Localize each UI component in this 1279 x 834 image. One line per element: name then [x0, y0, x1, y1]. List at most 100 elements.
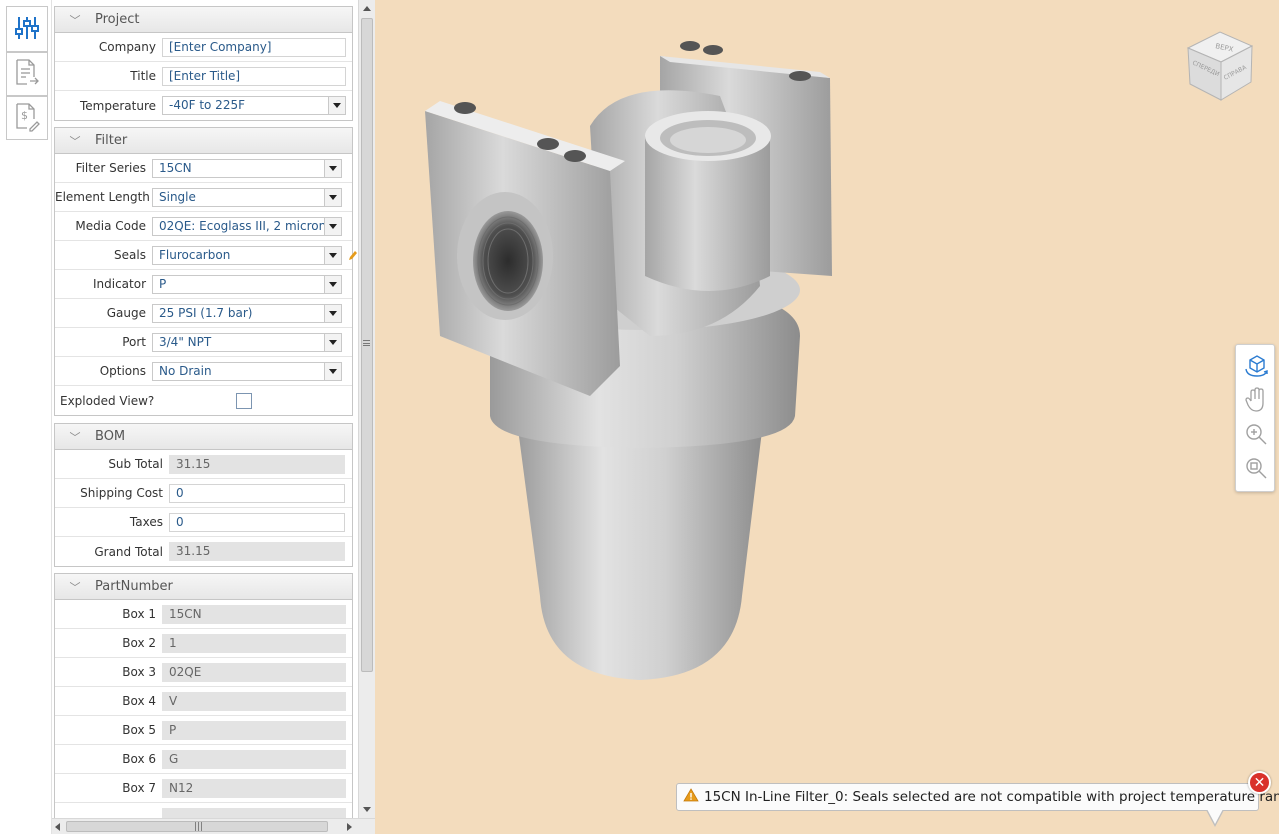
grip-icon: ||| [194, 822, 204, 832]
box-value: 02QE [162, 662, 346, 682]
quote-tool-button[interactable]: $ [6, 96, 48, 140]
partnumber-section-header[interactable]: ﹀ PartNumber [55, 574, 352, 600]
field-label: Gauge [106, 306, 146, 320]
scroll-left-arrow-icon[interactable] [55, 823, 60, 831]
port-select[interactable]: 3/4" NPT [152, 332, 342, 352]
title-input[interactable]: [Enter Title] [162, 66, 346, 86]
exploded-view-checkbox[interactable] [236, 392, 253, 409]
filter-section: ﹀ Filter Filter Series 15CN Element Leng… [54, 127, 357, 416]
dropdown-arrow-icon[interactable] [324, 188, 341, 206]
bom-section-header[interactable]: ﹀ BOM [55, 424, 352, 450]
gauge-row: Gauge 25 PSI (1.7 bar) [55, 299, 352, 328]
seals-select[interactable]: Flurocarbon [152, 245, 342, 265]
indicator-select[interactable]: P [152, 274, 342, 294]
dropdown-arrow-icon[interactable] [324, 333, 341, 351]
orbit-button[interactable] [1242, 353, 1270, 381]
close-notification-button[interactable]: ✕ [1248, 771, 1271, 794]
exploded-view-row: Exploded View? [55, 386, 352, 415]
grand-total-row: Grand Total 31.15 [55, 537, 352, 566]
box-value: 15CN [162, 604, 346, 624]
company-row: Company [Enter Company] [55, 33, 352, 62]
gauge-select[interactable]: 25 PSI (1.7 bar) [152, 303, 342, 323]
dropdown-arrow-icon[interactable] [324, 159, 341, 177]
notification-pointer [1206, 809, 1224, 827]
chevron-down-icon[interactable]: ﹀ [55, 579, 95, 595]
scroll-right-arrow-icon[interactable] [347, 823, 352, 831]
view-cube[interactable]: ВЕРХ СПЕРЕДИ СПРАВА [1185, 28, 1255, 103]
dropdown-arrow-icon[interactable] [324, 275, 341, 293]
zoom-extents-button[interactable] [1242, 455, 1270, 483]
field-label: Box 4 [122, 694, 156, 708]
field-label: Company [98, 40, 156, 54]
scroll-down-arrow-icon[interactable] [363, 807, 371, 812]
box-value: 1 [162, 633, 346, 653]
box-row: Box 5 P [55, 716, 352, 745]
element-length-row: Element Length Single [55, 183, 352, 212]
field-label: Box 3 [122, 665, 156, 679]
close-icon: ✕ [1253, 774, 1266, 791]
dropdown-arrow-icon[interactable] [324, 304, 341, 322]
zoom-extents-icon [1244, 456, 1268, 483]
pan-button[interactable] [1242, 386, 1270, 416]
select-value: 15CN [159, 160, 192, 175]
pencil-warning-icon [347, 249, 357, 264]
dropdown-arrow-icon[interactable] [324, 362, 341, 380]
field-label: Taxes [129, 515, 163, 529]
sub-total-row: Sub Total 31.15 [55, 450, 352, 479]
filter-series-select[interactable]: 15CN [152, 158, 342, 178]
panel-vertical-scrollbar[interactable] [358, 0, 375, 818]
report-tool-button[interactable] [6, 52, 48, 96]
company-input[interactable]: [Enter Company] [162, 37, 346, 57]
field-label: Exploded View? [60, 393, 155, 408]
field-label: Element Length [55, 190, 150, 204]
select-value: 3/4" NPT [159, 334, 212, 349]
dropdown-arrow-icon[interactable] [324, 217, 341, 235]
chevron-down-icon[interactable]: ﹀ [55, 429, 95, 445]
indicator-row: Indicator P [55, 270, 352, 299]
options-select[interactable]: No Drain [152, 361, 342, 381]
media-code-select[interactable]: 02QE: Ecoglass III, 2 micron [152, 216, 342, 236]
document-export-icon [13, 58, 41, 91]
filter-section-header[interactable]: ﹀ Filter [55, 128, 352, 154]
filter-3d-model[interactable] [420, 36, 840, 686]
project-section: ﹀ Project Company [Enter Company] Title … [54, 6, 353, 121]
taxes-input[interactable]: 0 [169, 512, 345, 532]
section-title: PartNumber [95, 579, 173, 594]
shipping-cost-input[interactable]: 0 [169, 483, 345, 503]
select-value: 25 PSI (1.7 bar) [159, 305, 253, 320]
field-label: Title [130, 69, 156, 83]
temperature-select[interactable]: -40F to 225F [162, 96, 346, 115]
box-value: V [162, 691, 346, 711]
box-row: Box 3 02QE [55, 658, 352, 687]
sub-total-value: 31.15 [169, 454, 345, 474]
element-length-select[interactable]: Single [152, 187, 342, 207]
grip-icon [363, 340, 370, 346]
chevron-down-icon[interactable]: ﹀ [55, 12, 95, 28]
select-value: Single [159, 189, 196, 204]
scroll-up-arrow-icon[interactable] [363, 6, 371, 11]
select-value: P [159, 276, 167, 291]
project-section-header[interactable]: ﹀ Project [55, 7, 352, 33]
field-label: Grand Total [94, 544, 163, 559]
box-row: Box 4 V [55, 687, 352, 716]
dropdown-arrow-icon[interactable] [328, 97, 345, 114]
field-label: Options [99, 364, 146, 378]
temperature-row: Temperature -40F to 225F [55, 91, 352, 120]
zoom-button[interactable] [1242, 421, 1270, 449]
box-value: G [162, 749, 346, 769]
select-value: Flurocarbon [159, 247, 231, 262]
view-cube-icon [1243, 354, 1269, 381]
port-row: Port 3/4" NPT [55, 328, 352, 357]
dropdown-arrow-icon[interactable] [324, 246, 341, 264]
box-row: Box 2 1 [55, 629, 352, 658]
panel-horizontal-scrollbar[interactable]: ||| [52, 818, 375, 834]
field-label: Box 2 [122, 636, 156, 650]
navigation-toolbar [1235, 344, 1275, 492]
field-label: Seals [114, 248, 146, 262]
configure-tool-button[interactable] [6, 6, 48, 52]
field-label: Indicator [92, 277, 146, 291]
filter-series-row: Filter Series 15CN [55, 154, 352, 183]
price-document-icon: $ [13, 102, 41, 135]
pan-hand-icon [1244, 386, 1268, 416]
chevron-down-icon[interactable]: ﹀ [55, 133, 95, 149]
